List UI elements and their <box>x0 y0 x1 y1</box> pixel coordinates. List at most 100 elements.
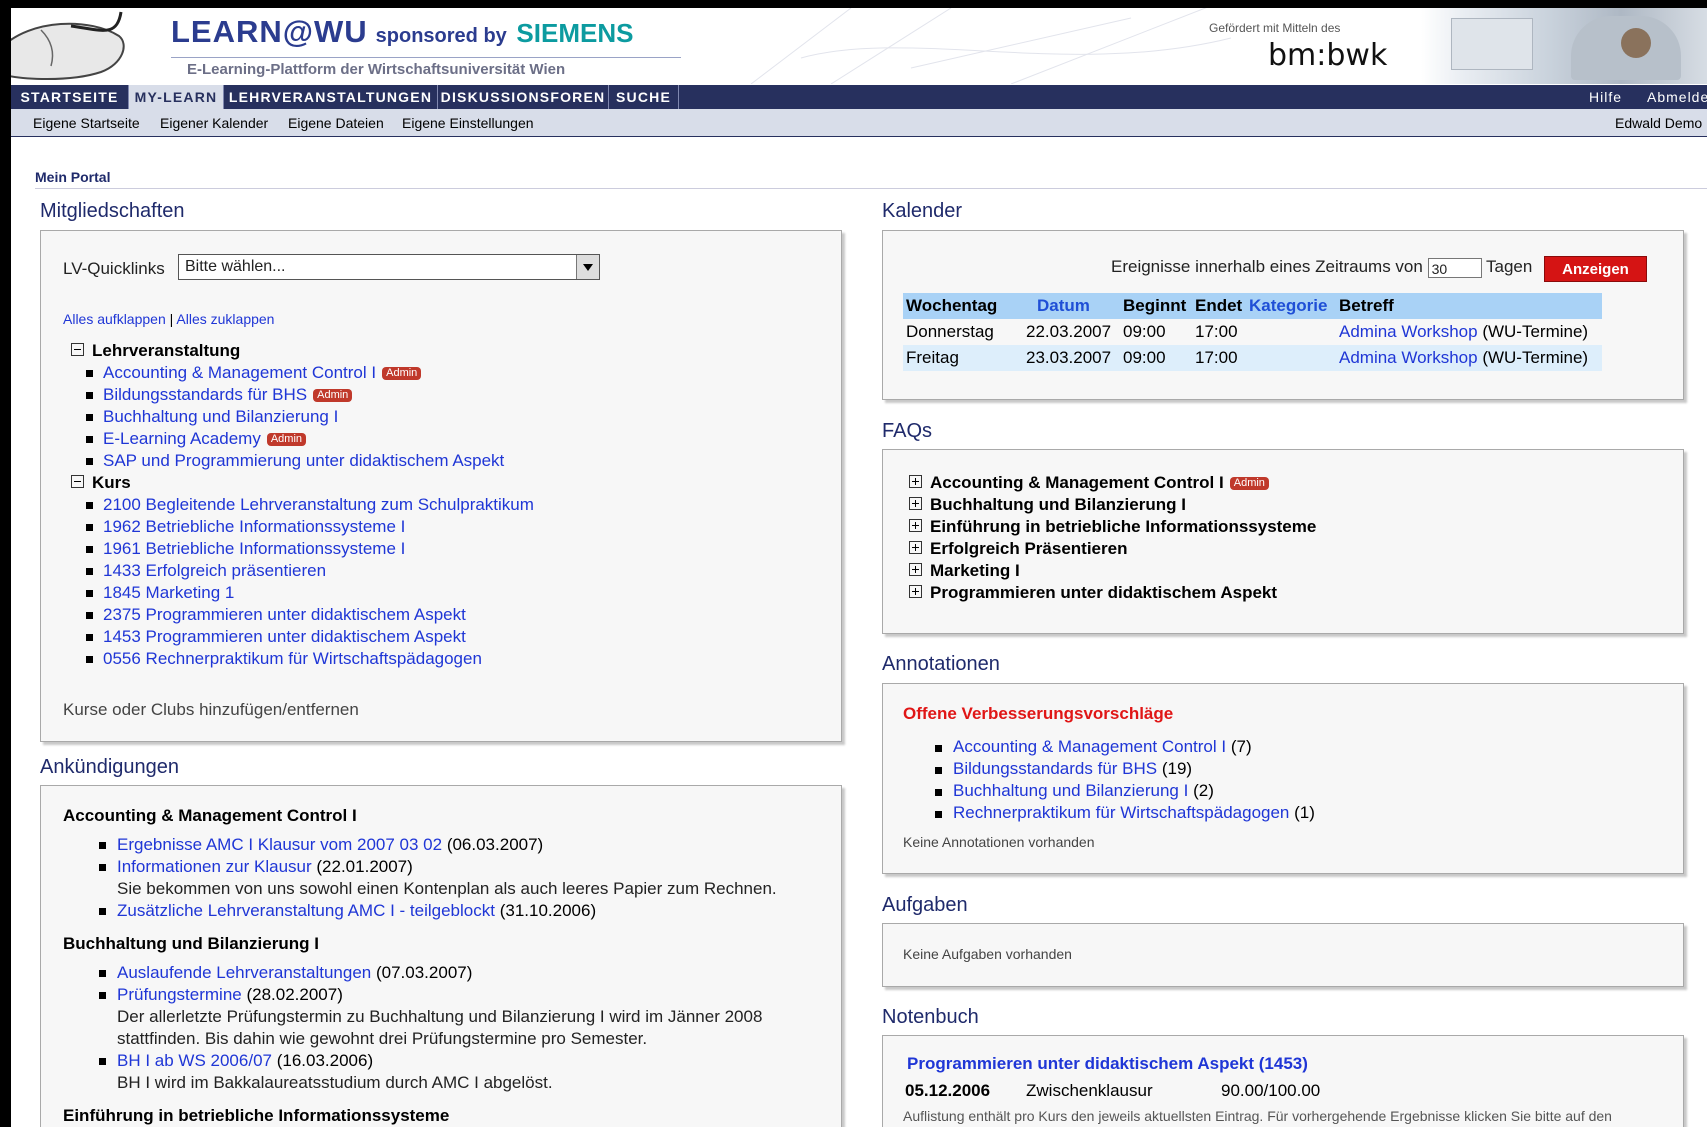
course-link[interactable]: 2375 Programmieren unter didaktischem As… <box>103 605 466 624</box>
site-header: LEARN@WU sponsored by SIEMENS E-Learning-… <box>11 8 1707 84</box>
annotation-link[interactable]: Buchhaltung und Bilanzierung I <box>953 781 1188 800</box>
announcement-item: Informationen zur Klausur (22.01.2007) Si… <box>99 856 823 900</box>
quicklinks-value: Bitte wählen... <box>185 258 286 275</box>
announcement-link[interactable]: Prüfungstermine <box>117 985 242 1004</box>
faq-label: Programmieren unter didaktischem Aspekt <box>930 583 1278 602</box>
announcement-link[interactable]: Ergebnisse AMC I Klausur vom 2007 03 02 <box>117 835 442 854</box>
tab-lehrveranstaltungen[interactable]: LEHRVERANSTALTUNGEN <box>224 85 438 109</box>
tree-group-kurs[interactable]: Kurs <box>71 472 534 494</box>
announcement-item: Prüfungstermine (28.02.2007) Der allerlet… <box>99 984 823 1050</box>
announcement-link[interactable]: BH I ab WS 2006/07 <box>117 1051 272 1070</box>
announcement-date: (06.03.2007) <box>446 835 544 854</box>
expand-all-link[interactable]: Alles aufklappen <box>63 311 166 327</box>
annotation-link[interactable]: Bildungsstandards für BHS <box>953 759 1157 778</box>
subnav-eigener-kalender[interactable]: Eigener Kalender <box>160 115 268 131</box>
table-header-row: Wochentag Datum Beginnt Endet Kategorie … <box>903 293 1602 319</box>
annotation-link[interactable]: Rechnerpraktikum für Wirtschaftspädagoge… <box>953 803 1289 822</box>
row-start: 09:00 <box>1120 345 1192 371</box>
sub-navigation: Eigene Startseite Eigener Kalender Eigen… <box>11 109 1707 137</box>
announcement-link[interactable]: Auslaufende Lehrveranstaltungen <box>117 963 371 982</box>
subnav-eigene-startseite[interactable]: Eigene Startseite <box>33 115 140 131</box>
column-header-betreff: Betreff <box>1336 293 1602 319</box>
kalender-heading: Kalender <box>882 200 963 222</box>
expand-icon[interactable] <box>909 563 922 576</box>
chevron-down-icon[interactable] <box>576 255 599 279</box>
list-item: 1962 Betriebliche Informationssysteme I <box>86 516 534 538</box>
site-logo[interactable]: LEARN@WU sponsored by SIEMENS <box>171 14 633 50</box>
faq-item[interactable]: Programmieren unter didaktischem Aspekt <box>909 583 1277 603</box>
subnav-eigene-dateien[interactable]: Eigene Dateien <box>288 115 384 131</box>
faqs-box: Accounting & Management Control I Admin B… <box>882 449 1684 634</box>
brand-name: LEARN@WU <box>171 14 368 49</box>
gradebook-course-link[interactable]: Programmieren unter didaktischem Aspekt … <box>907 1054 1308 1073</box>
range-days-input[interactable]: 30 <box>1427 258 1482 278</box>
faq-item[interactable]: Erfolgreich Präsentieren <box>909 539 1127 559</box>
announcement-date: (28.02.2007) <box>246 985 343 1004</box>
faq-item[interactable]: Buchhaltung und Bilanzierung I <box>909 495 1186 515</box>
announcement-desc: BH I wird im Bakkalaureatsstudium durch … <box>117 1073 553 1092</box>
announcement-items: Auslaufende Lehrveranstaltungen (07.03.2… <box>63 962 823 1094</box>
collapse-all-link[interactable]: Alles zuklappen <box>176 311 274 327</box>
column-header-kategorie[interactable]: Kategorie <box>1246 293 1336 319</box>
subnav-eigene-einstellungen[interactable]: Eigene Einstellungen <box>402 115 534 131</box>
logout-link[interactable]: Abmelden <box>1647 85 1707 109</box>
announcement-desc: Sie bekommen von uns sowohl einen Konten… <box>117 879 777 898</box>
help-link[interactable]: Hilfe <box>1589 85 1622 109</box>
event-category-note: (WU-Termine) <box>1482 348 1589 367</box>
collapse-icon[interactable] <box>71 343 84 356</box>
announcement-link[interactable]: Zusätzliche Lehrveranstaltung AMC I - te… <box>117 901 495 920</box>
faq-item[interactable]: Marketing I <box>909 561 1020 581</box>
faq-item[interactable]: Einführung in betriebliche Informationss… <box>909 517 1316 537</box>
course-link[interactable]: 2100 Begleitende Lehrveranstaltung zum S… <box>103 495 534 514</box>
course-link[interactable]: 1433 Erfolgreich präsentieren <box>103 561 326 580</box>
admin-badge: Admin <box>1229 477 1269 490</box>
faq-item[interactable]: Accounting & Management Control I Admin <box>909 473 1269 493</box>
course-link[interactable]: 1453 Programmieren unter didaktischem As… <box>103 627 466 646</box>
tree-group-lehrveranstaltung[interactable]: Lehrveranstaltung <box>71 340 534 362</box>
course-link[interactable]: Accounting & Management Control I <box>103 363 376 382</box>
quicklinks-select[interactable]: Bitte wählen... <box>178 254 600 280</box>
course-link[interactable]: 1961 Betriebliche Informationssysteme I <box>103 539 405 558</box>
row-end: 17:00 <box>1192 345 1246 371</box>
mouse-logo-icon <box>11 11 125 80</box>
tab-startseite[interactable]: STARTSEITE <box>11 85 129 109</box>
tab-suche[interactable]: SUCHE <box>609 85 679 109</box>
expand-icon[interactable] <box>909 497 922 510</box>
annotation-count: (2) <box>1193 781 1214 800</box>
event-link[interactable]: Admina Workshop <box>1339 348 1478 367</box>
course-link[interactable]: 1962 Betriebliche Informationssysteme I <box>103 517 405 536</box>
course-link[interactable]: Buchhaltung und Bilanzierung I <box>103 407 338 426</box>
expand-icon[interactable] <box>909 541 922 554</box>
tab-my-learn[interactable]: MY-LEARN <box>129 85 224 109</box>
course-link[interactable]: Bildungsstandards für BHS <box>103 385 307 404</box>
row-start: 09:00 <box>1123 322 1166 341</box>
tab-diskussionsforen[interactable]: DISKUSSIONSFOREN <box>438 85 609 109</box>
announcement-link[interactable]: Informationen zur Klausur <box>117 857 312 876</box>
list-item: Bildungsstandards für BHS (19) <box>934 759 1192 779</box>
gradebook-course: Programmieren unter didaktischem Aspekt … <box>907 1054 1308 1074</box>
show-events-button[interactable]: Anzeigen <box>1544 256 1647 282</box>
logo-divider <box>171 57 681 58</box>
course-link[interactable]: SAP und Programmierung unter didaktische… <box>103 451 504 470</box>
expand-icon[interactable] <box>909 585 922 598</box>
calendar-table: Wochentag Datum Beginnt Endet Kategorie … <box>903 293 1602 371</box>
row-category <box>1246 345 1336 371</box>
user-name: Edwald Demo <box>1615 115 1703 131</box>
tree-group-label: Lehrveranstaltung <box>92 341 241 360</box>
range-suffix: Tagen <box>1485 257 1533 276</box>
column-header-datum[interactable]: Datum <box>1023 293 1120 319</box>
event-link[interactable]: Admina Workshop <box>1339 322 1478 341</box>
course-link[interactable]: E-Learning Academy <box>103 429 261 448</box>
add-courses-link[interactable]: Kurse oder Clubs hinzufügen/entfernen <box>63 700 359 720</box>
annotation-link[interactable]: Accounting & Management Control I <box>953 737 1226 756</box>
expand-icon[interactable] <box>909 519 922 532</box>
course-link[interactable]: 0556 Rechnerpraktikum für Wirtschaftspäd… <box>103 649 482 668</box>
list-item: 2375 Programmieren unter didaktischem As… <box>86 604 534 626</box>
funding-note: Gefördert mit Mitteln des <box>1209 21 1341 35</box>
expand-icon[interactable] <box>909 475 922 488</box>
row-day: Freitag <box>903 345 1023 371</box>
collapse-icon[interactable] <box>71 475 84 488</box>
row-date: 22.03.2007 <box>1026 322 1112 341</box>
gradebook-note: Auflistung enthält pro Kurs den jeweils … <box>903 1108 1612 1124</box>
course-link[interactable]: 1845 Marketing 1 <box>103 583 234 602</box>
